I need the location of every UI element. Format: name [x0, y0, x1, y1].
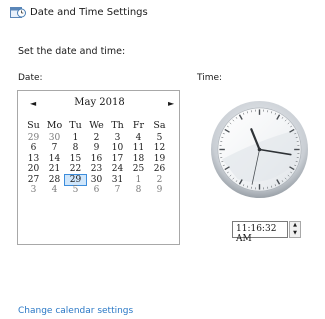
calendar-day[interactable]: 11 [128, 143, 149, 154]
calendar-day[interactable]: 10 [107, 143, 128, 154]
calendar-day[interactable]: 27 [23, 175, 44, 186]
weekday-header: We [89, 120, 104, 131]
calendar-day[interactable]: 3 [107, 133, 128, 144]
calendar-day[interactable]: 18 [128, 154, 149, 165]
calendar-day[interactable]: 7 [44, 143, 65, 154]
weekday-header: Su [27, 120, 40, 131]
weekday-header: Th [111, 120, 124, 131]
calendar-day[interactable]: 9 [149, 185, 170, 196]
calendar-day[interactable]: 2 [86, 133, 107, 144]
spin-up-icon[interactable]: ▲ [290, 222, 300, 229]
calendar-grid: Su Mo Tu We Th Fr Sa 29 30 1 2 3 4 5 6 7 8 9 10 11 12 13 14 15 1… [23, 120, 174, 196]
calendar-day[interactable]: 24 [107, 164, 128, 175]
next-month-icon[interactable]: ► [168, 99, 174, 108]
calendar-day[interactable]: 30 [44, 133, 65, 144]
window-title: Date and Time Settings [30, 7, 148, 18]
weekday-header: Fr [132, 120, 145, 131]
calendar-day[interactable]: 20 [23, 164, 44, 175]
change-calendar-settings-link[interactable]: Change calendar settings [18, 306, 133, 316]
calendar-day[interactable]: 17 [107, 154, 128, 165]
calendar-day[interactable]: 1 [65, 133, 86, 144]
calendar-day[interactable]: 29 [23, 133, 44, 144]
calendar-day[interactable]: 12 [149, 143, 170, 154]
calendar-day[interactable]: 30 [86, 175, 107, 186]
time-input[interactable]: 11:16:32 AM [232, 221, 288, 244]
calendar-day[interactable]: 4 [128, 133, 149, 144]
date-label: Date: [18, 73, 43, 83]
calendar-day-selected[interactable]: 29 [64, 173, 87, 186]
calendar-day[interactable]: 7 [107, 185, 128, 196]
calendar-month-title[interactable]: May 2018 [18, 97, 181, 108]
calendar-day[interactable]: 8 [128, 185, 149, 196]
calendar-day[interactable]: 6 [86, 185, 107, 196]
date-time-icon [10, 7, 26, 18]
instruction-text: Set the date and time: [18, 46, 126, 57]
calendar-day[interactable]: 23 [86, 164, 107, 175]
calendar-day[interactable]: 22 [65, 164, 86, 175]
calendar-day[interactable]: 25 [128, 164, 149, 175]
weekday-header: Tu [69, 120, 82, 131]
time-label: Time: [197, 73, 223, 83]
calendar-day[interactable]: 21 [44, 164, 65, 175]
calendar-day[interactable]: 14 [44, 154, 65, 165]
weekday-header: Mo [46, 120, 63, 131]
weekday-header: Sa [153, 120, 166, 131]
calendar-day[interactable]: 13 [23, 154, 44, 165]
calendar-day[interactable]: 5 [65, 185, 86, 196]
calendar-day[interactable]: 8 [65, 143, 86, 154]
calendar-day[interactable]: 1 [128, 175, 149, 186]
calendar-day[interactable]: 4 [44, 185, 65, 196]
calendar-day[interactable]: 19 [149, 154, 170, 165]
analog-clock [210, 100, 309, 199]
calendar-day[interactable]: 28 [44, 175, 65, 186]
calendar: ◄ May 2018 ► Su Mo Tu We Th Fr Sa 29 30 1 2 3 4 5 6 7 8 9… [17, 90, 180, 245]
calendar-day[interactable]: 5 [149, 133, 170, 144]
calendar-day[interactable]: 2 [149, 175, 170, 186]
spin-down-icon[interactable]: ▼ [290, 230, 300, 237]
calendar-day[interactable]: 26 [149, 164, 170, 175]
calendar-day[interactable]: 3 [23, 185, 44, 196]
calendar-day[interactable]: 15 [65, 154, 86, 165]
clock-center [257, 147, 262, 152]
time-spinner[interactable]: ▲ ▼ [289, 221, 301, 238]
calendar-day[interactable]: 6 [23, 143, 44, 154]
calendar-day[interactable]: 31 [107, 175, 128, 186]
calendar-day[interactable]: 16 [86, 154, 107, 165]
calendar-day[interactable]: 9 [86, 143, 107, 154]
